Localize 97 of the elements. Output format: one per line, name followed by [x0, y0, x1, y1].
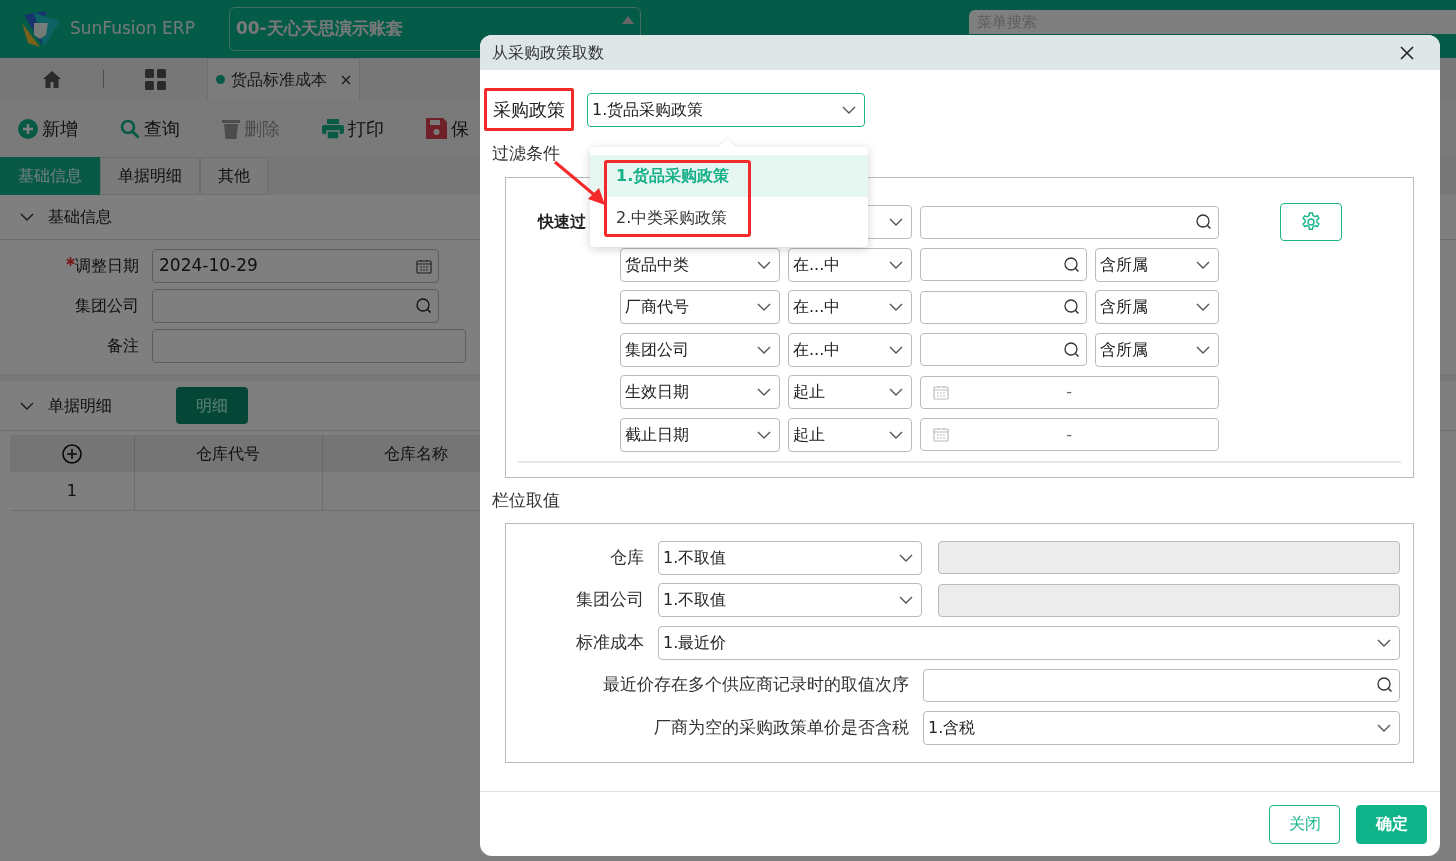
chevron-down-icon: [757, 260, 771, 269]
chevron-down-icon: [1377, 723, 1391, 732]
chevron-down-icon: [889, 388, 903, 396]
chevron-down-icon: [757, 388, 771, 396]
date-range-field[interactable]: -: [920, 418, 1219, 451]
chevron-down-icon: [1196, 303, 1210, 311]
dot-icon: [216, 75, 225, 84]
field-select[interactable]: 截止日期: [620, 417, 780, 452]
field-select[interactable]: 生效日期: [620, 375, 780, 409]
chevron-down-icon: [757, 430, 771, 439]
field-label: 调整日期: [0, 254, 152, 278]
calendar-icon: [416, 258, 432, 274]
filter-label: 快速过: [536, 211, 587, 233]
field-label: 集团公司: [575, 588, 645, 612]
chevron-down-icon: [757, 303, 771, 311]
operator-select[interactable]: 起止: [788, 375, 912, 409]
lookup-field[interactable]: [923, 668, 1400, 702]
chevron-down-icon: [899, 596, 913, 604]
operator-select[interactable]: 在...中: [788, 290, 912, 324]
field-label: 采购政策: [484, 88, 574, 131]
chevron-down-icon: [899, 553, 913, 562]
form-tab[interactable]: 其他: [200, 157, 268, 195]
logo-text: SunFusion ERP: [70, 17, 195, 41]
field-label: 备注: [106, 335, 140, 357]
lookup-field[interactable]: [920, 248, 1087, 281]
field-select[interactable]: 集团公司: [620, 332, 780, 367]
calendar-icon: [933, 427, 949, 442]
scope-select[interactable]: 含所属: [1095, 332, 1219, 367]
add-row-icon[interactable]: [61, 444, 82, 464]
lookup-field[interactable]: [920, 333, 1087, 366]
chevron-icon[interactable]: [20, 213, 34, 221]
chevron-down-icon: [1377, 638, 1391, 647]
value-select[interactable]: 1.不取值: [658, 540, 922, 575]
search-icon: [1064, 256, 1080, 273]
policy-select[interactable]: 1.货品采购政策: [587, 92, 865, 127]
value-select[interactable]: 1.含税: [923, 710, 1400, 745]
chevron-down-icon: [889, 430, 903, 439]
chevron-down-icon: [889, 303, 903, 311]
date-range-field[interactable]: -: [920, 375, 1219, 409]
section-title: 基础信息: [48, 206, 112, 228]
form-tab[interactable]: 单据明细: [100, 157, 200, 195]
chevron-down-icon: [842, 105, 856, 114]
close-icon[interactable]: [1400, 45, 1414, 60]
floppy-icon: [426, 118, 447, 139]
settings-button[interactable]: [1280, 203, 1342, 241]
toolbar-button[interactable]: 保: [426, 115, 469, 142]
field-select[interactable]: 货品中类: [620, 247, 780, 282]
search-icon: [1064, 299, 1080, 315]
chevron-down-icon: [1196, 260, 1210, 269]
toolbar-button[interactable]: 新增: [18, 115, 78, 142]
search-icon: [1064, 341, 1080, 358]
section-title: 栏位取值: [492, 488, 561, 512]
toolbar-button[interactable]: 打印: [322, 115, 384, 142]
chevron-down-icon: [757, 345, 771, 354]
chevron-down-icon: [889, 345, 903, 354]
chevron-down-icon: [1196, 345, 1210, 354]
section-title: 过滤条件: [492, 142, 561, 165]
field-label: 厂商为空的采购政策单价是否含税: [653, 715, 910, 739]
lookup-field[interactable]: [920, 290, 1087, 324]
caret-up-icon: [621, 16, 634, 24]
toolbar-button[interactable]: 查询: [120, 115, 180, 142]
field-label: 集团公司: [74, 295, 140, 317]
scope-select[interactable]: 含所属: [1095, 247, 1219, 282]
plus-circle-icon: [18, 118, 38, 139]
calendar-icon: [933, 384, 949, 400]
scope-select[interactable]: 含所属: [1095, 290, 1219, 324]
settings-icon: [1301, 212, 1321, 232]
dropdown-option[interactable]: 2.中类采购政策: [590, 197, 868, 239]
search-icon: [416, 298, 432, 314]
search-field[interactable]: [920, 205, 1219, 239]
row-number: 1: [10, 472, 134, 510]
chevron-icon[interactable]: [20, 401, 34, 410]
trash-icon: [222, 118, 240, 139]
text-field[interactable]: [152, 329, 466, 363]
lookup-field[interactable]: [152, 289, 439, 323]
field-select[interactable]: 厂商代号: [620, 290, 780, 324]
section-title: 单据明细: [48, 394, 112, 417]
operator-select[interactable]: 在...中: [788, 332, 912, 367]
column-header: 仓库代号: [134, 435, 322, 472]
field-label: 最近价存在多个供应商记录时的取值次序: [602, 673, 910, 697]
search-icon: [120, 118, 140, 139]
logo-icon: [20, 9, 62, 49]
printer-icon: [322, 118, 344, 139]
operator-select[interactable]: 起止: [788, 417, 912, 452]
date-field[interactable]: 2024-10-29: [152, 249, 439, 283]
chevron-down-icon: [889, 218, 903, 226]
field-label: 标准成本: [575, 630, 645, 654]
grid-icon[interactable]: [145, 68, 166, 90]
chevron-down-icon: [889, 260, 903, 269]
search-icon: [1196, 214, 1212, 230]
field-label: 仓库: [609, 545, 645, 569]
page-tab[interactable]: 货品标准成本: [207, 58, 360, 100]
value-select[interactable]: 1.不取值: [658, 583, 922, 617]
search-icon: [1377, 677, 1393, 693]
home-icon[interactable]: [41, 69, 62, 89]
value-select[interactable]: 1.最近价: [658, 625, 1400, 660]
operator-select[interactable]: 在...中: [788, 247, 912, 282]
